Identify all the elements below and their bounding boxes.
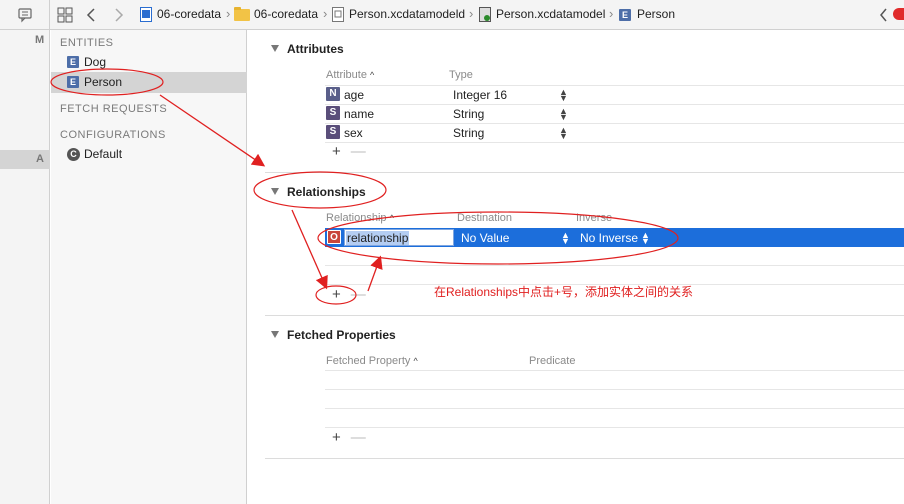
model-outline-sidebar: ENTITIES E Dog E Person FETCH REQUESTS C…	[51, 30, 247, 504]
remove-fetched-property-button[interactable]: —	[351, 429, 366, 446]
forward-chevron-icon[interactable]	[110, 7, 126, 23]
navigator-gutter: M A	[0, 30, 50, 504]
attribute-type-select[interactable]: Integer 16	[453, 88, 507, 102]
row-divider	[325, 370, 904, 371]
entity-badge-icon: E	[67, 76, 79, 88]
attribute-row[interactable]: N age Integer 16 ▲ ▼	[325, 85, 645, 104]
datamodel-file-icon	[479, 7, 491, 22]
breadcrumb-project[interactable]: 06-coredata	[157, 7, 221, 21]
attribute-row[interactable]: S name String ▲ ▼	[325, 104, 645, 123]
relationships-section-title: Relationships	[287, 185, 366, 199]
entity-label: Person	[84, 75, 123, 89]
sort-ascending-icon: ^	[370, 70, 375, 80]
breadcrumb-datamodeld[interactable]: Person.xcdatamodeld	[349, 7, 465, 21]
outline-configuration-default[interactable]: C Default	[51, 144, 247, 165]
sort-ascending-icon: ^	[389, 213, 394, 223]
row-divider	[325, 427, 904, 428]
back-chevron-icon[interactable]	[876, 7, 892, 23]
entity-editor: Attributes Attribute ^ Type N age Intege…	[248, 30, 904, 504]
relationship-badge-icon: O	[327, 230, 341, 244]
attributes-section-title: Attributes	[287, 42, 344, 56]
type-column-header[interactable]: Type	[449, 69, 473, 81]
attribute-type-select[interactable]: String	[453, 126, 484, 140]
attribute-name[interactable]: age	[344, 88, 364, 102]
project-file-icon	[140, 7, 152, 22]
outline-entity-dog[interactable]: E Dog	[51, 52, 247, 73]
attribute-type-select[interactable]: String	[453, 107, 484, 121]
back-chevron-icon[interactable]	[84, 7, 100, 23]
attribute-column-header[interactable]: Attribute ^	[326, 69, 374, 81]
outline-entity-person[interactable]: E Person	[51, 72, 247, 93]
configuration-badge-icon: C	[67, 148, 80, 161]
relationship-name-field[interactable]: relationship	[344, 229, 454, 246]
inverse-select[interactable]: No Inverse	[580, 231, 638, 245]
add-attribute-button[interactable]: +	[332, 143, 341, 160]
relationship-row-selected[interactable]: O relationship No Value ▲ ▼ No Inverse ▲ ▼	[325, 228, 904, 247]
configuration-label: Default	[84, 147, 123, 161]
row-divider	[325, 265, 904, 266]
breadcrumb-separator: ›	[323, 6, 328, 21]
predicate-column-header[interactable]: Predicate	[529, 355, 575, 367]
fetch-requests-header: FETCH REQUESTS	[60, 103, 168, 115]
updown-chevron-icon[interactable]: ▲ ▼	[561, 231, 570, 246]
breadcrumb-separator: ›	[609, 6, 614, 21]
entity-label: Dog	[84, 55, 107, 69]
row-divider	[325, 389, 904, 390]
entity-badge-icon: E	[67, 56, 79, 68]
remove-relationship-button[interactable]: —	[351, 286, 366, 303]
string-type-badge-icon: S	[326, 106, 340, 120]
updown-chevron-icon[interactable]: ▲ ▼	[641, 231, 650, 246]
row-divider	[325, 142, 904, 143]
destination-select[interactable]: No Value	[461, 231, 509, 245]
top-left-toolbar	[0, 0, 50, 30]
add-fetched-property-button[interactable]: +	[332, 429, 341, 446]
configurations-header: CONFIGURATIONS	[60, 129, 166, 141]
section-divider	[265, 315, 904, 316]
row-divider	[325, 408, 904, 409]
fetched-properties-section-title: Fetched Properties	[287, 328, 396, 342]
updown-chevron-icon[interactable]: ▲ ▼	[559, 107, 568, 122]
disclosure-triangle-icon[interactable]	[271, 45, 279, 52]
inverse-column-header[interactable]: Inverse	[576, 212, 612, 224]
attribute-name[interactable]: name	[344, 107, 374, 121]
updown-chevron-icon[interactable]: ▲ ▼	[559, 126, 568, 141]
disclosure-triangle-icon[interactable]	[271, 188, 279, 195]
relationship-column-header[interactable]: Relationship ^	[326, 212, 394, 224]
updown-chevron-icon[interactable]: ▲ ▼	[559, 88, 568, 103]
relationships-add-remove: + —	[332, 286, 366, 303]
add-relationship-button[interactable]: +	[332, 286, 341, 303]
breadcrumb-separator: ›	[226, 6, 231, 21]
related-items-grid-icon[interactable]	[57, 7, 73, 23]
scm-modified-marker: M	[35, 34, 45, 46]
section-divider	[265, 172, 904, 173]
folder-icon	[234, 7, 250, 21]
fetched-property-column-header[interactable]: Fetched Property ^	[326, 355, 418, 367]
remove-attribute-button[interactable]: —	[351, 143, 366, 160]
selected-gutter-row: A	[0, 150, 50, 169]
issue-badge-icon[interactable]	[893, 8, 904, 20]
scm-added-marker: A	[36, 153, 44, 165]
attribute-row[interactable]: S sex String ▲ ▼	[325, 123, 645, 142]
breadcrumb-entity[interactable]: Person	[637, 7, 675, 21]
entities-header: ENTITIES	[60, 37, 114, 49]
comment-icon[interactable]	[17, 7, 33, 23]
destination-column-header[interactable]: Destination	[457, 212, 512, 224]
string-type-badge-icon: S	[326, 125, 340, 139]
entity-badge-icon: E	[619, 9, 631, 21]
fetched-add-remove: + —	[332, 429, 366, 446]
attribute-name[interactable]: sex	[344, 126, 363, 140]
attributes-add-remove: + —	[332, 143, 366, 160]
disclosure-triangle-icon[interactable]	[271, 331, 279, 338]
jump-bar: 06-coredata › 06-coredata › Person.xcdat…	[0, 0, 904, 30]
breadcrumb-group[interactable]: 06-coredata	[254, 7, 318, 21]
breadcrumb-datamodel[interactable]: Person.xcdatamodel	[496, 7, 605, 21]
sort-ascending-icon: ^	[413, 356, 418, 366]
breadcrumb-separator: ›	[469, 6, 474, 21]
annotation-text: 在Relationships中点击+号，添加实体之间的关系	[434, 285, 694, 299]
number-type-badge-icon: N	[326, 87, 340, 101]
datamodeld-file-icon	[332, 7, 344, 22]
section-divider	[265, 458, 904, 459]
